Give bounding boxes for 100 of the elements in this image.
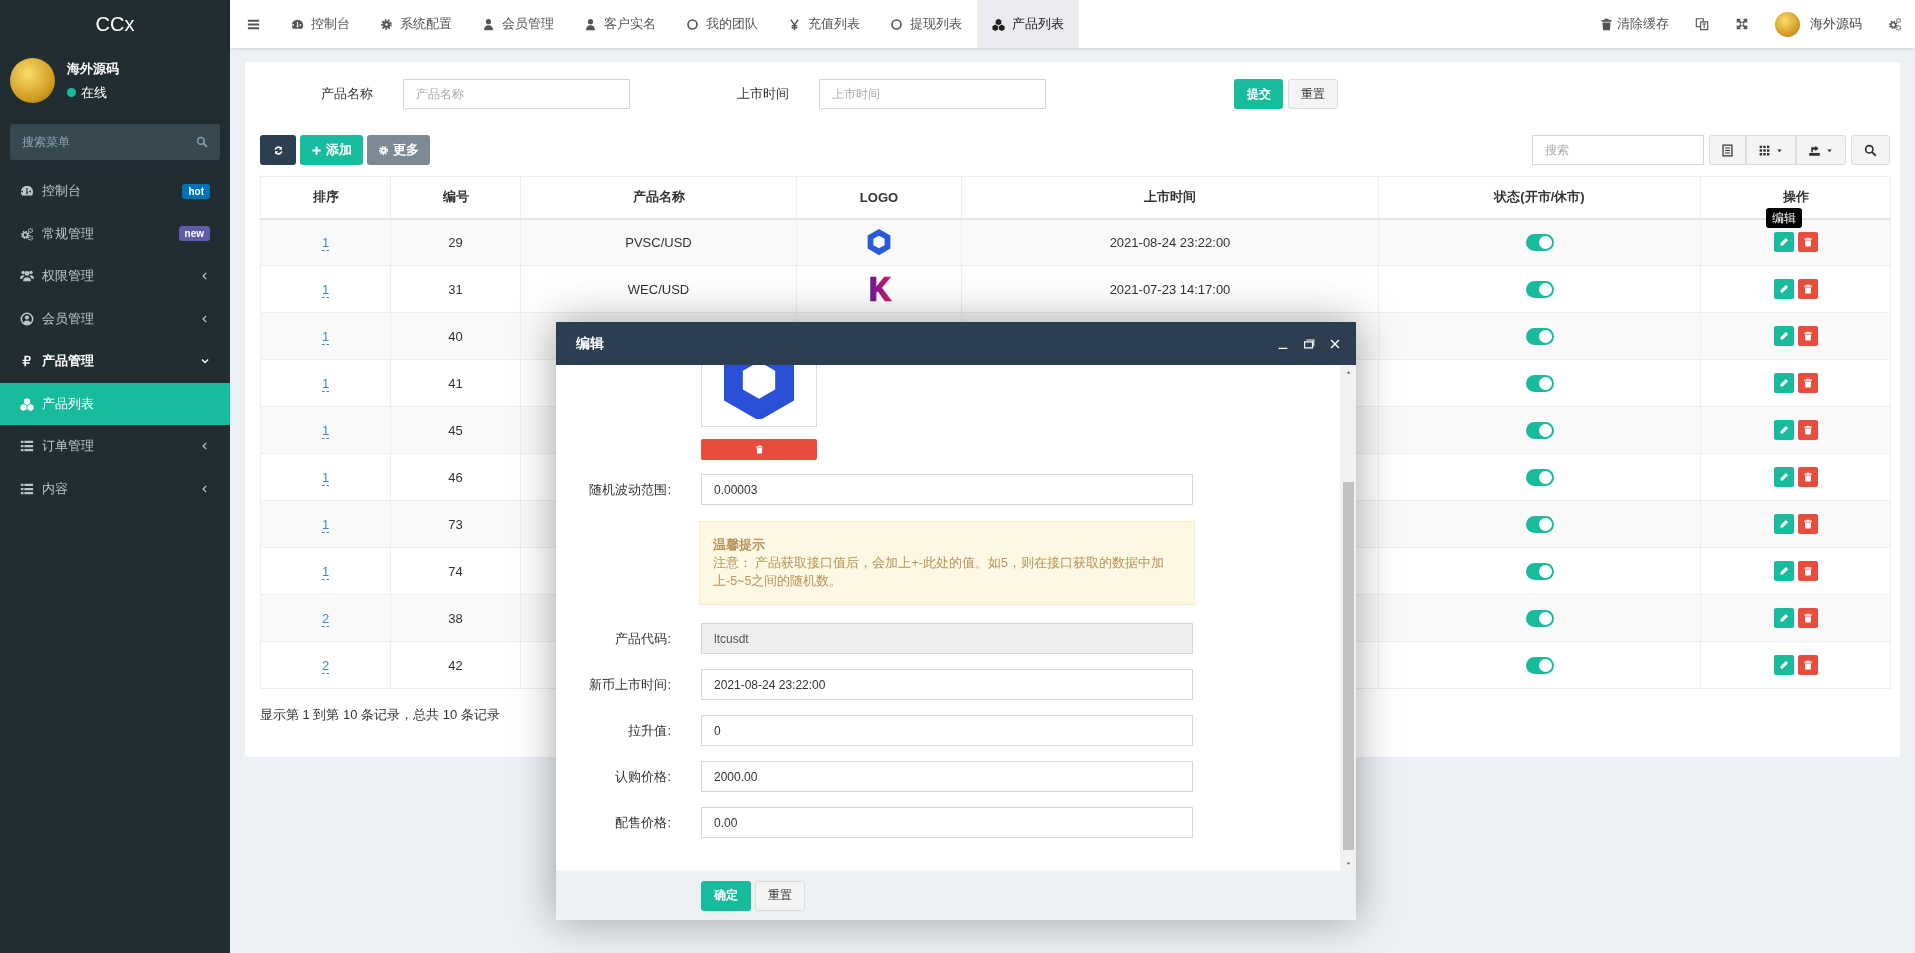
user-circle-icon [20, 311, 34, 326]
settings-icon[interactable] [1888, 17, 1902, 31]
user-icon [482, 17, 495, 31]
menu-item[interactable]: 产品管理 [0, 340, 230, 383]
nav-tab[interactable]: 控制台 [276, 0, 365, 48]
menu-item[interactable]: 会员管理 [0, 297, 230, 340]
users-icon [20, 269, 34, 284]
table-icon [1721, 143, 1734, 157]
edit-button[interactable] [1773, 655, 1794, 675]
delete-button[interactable] [1797, 561, 1818, 581]
menu-item[interactable]: 权限管理 [0, 255, 230, 298]
edit-button[interactable] [1773, 232, 1794, 253]
trash-icon [1802, 331, 1813, 341]
filter-input[interactable]: 产品名称 [403, 79, 630, 109]
nav-tab[interactable]: 会员管理 [467, 0, 569, 48]
status-toggle[interactable] [1525, 515, 1554, 533]
nav-tab[interactable]: 充值列表 [773, 0, 875, 48]
refresh-button[interactable] [260, 135, 296, 165]
scroll-up-icon [1344, 369, 1352, 376]
delete-button[interactable] [1797, 655, 1818, 675]
column-header: 编号 [390, 176, 521, 219]
reset-button[interactable]: 重置 [755, 880, 805, 911]
text-input[interactable]: 0.00003 [701, 474, 1193, 505]
clear-cache-link[interactable]: 清除缓存 [1600, 0, 1669, 48]
reset-button[interactable]: 重置 [1288, 79, 1338, 109]
edit-button[interactable] [1773, 326, 1794, 346]
status-toggle[interactable] [1525, 656, 1554, 674]
delete-button[interactable] [1797, 608, 1818, 628]
status-toggle[interactable] [1525, 327, 1554, 345]
columns-dropdown-button[interactable] [1746, 135, 1796, 165]
edit-button[interactable] [1773, 561, 1794, 581]
nav-tab[interactable]: 产品列表 [977, 0, 1079, 48]
search-icon [196, 136, 208, 148]
sort-link[interactable]: 1 [321, 375, 330, 392]
field-label: 拉升值: [627, 721, 671, 740]
sort-link[interactable]: 2 [321, 657, 330, 674]
pencil-icon [1778, 331, 1789, 341]
edit-button[interactable] [1773, 467, 1794, 487]
text-input[interactable]: 0 [701, 715, 1193, 746]
status-toggle[interactable] [1525, 421, 1554, 439]
delete-button[interactable] [1797, 514, 1818, 534]
user-icon [584, 17, 597, 31]
status-toggle[interactable] [1525, 374, 1554, 392]
edit-button[interactable] [1773, 279, 1794, 299]
delete-button[interactable] [1797, 326, 1818, 346]
field-label: 上市时间 [736, 85, 789, 103]
nav-tab[interactable]: 系统配置 [365, 0, 467, 48]
pencil-icon [1778, 378, 1789, 388]
trash-icon [1802, 472, 1813, 482]
edit-button[interactable] [1773, 420, 1794, 440]
field-label: 新币上市时间: [588, 675, 671, 694]
menu-search-field[interactable]: 搜索菜单 [10, 124, 220, 160]
edit-button[interactable] [1773, 608, 1794, 628]
delete-button[interactable] [1797, 467, 1818, 487]
sort-link[interactable]: 1 [321, 281, 330, 298]
pencil-icon [1778, 566, 1789, 576]
text-input[interactable]: 0.00 [701, 807, 1193, 838]
delete-button[interactable] [1797, 420, 1818, 440]
plus-icon [311, 144, 322, 156]
maximize-icon[interactable] [1302, 336, 1316, 351]
translate-icon[interactable] [1695, 17, 1709, 31]
sort-link[interactable]: 1 [321, 563, 330, 580]
menu-item[interactable]: 控制台 hot [0, 170, 230, 213]
search-button[interactable] [1851, 135, 1890, 165]
nav-tab[interactable]: 客户实名 [569, 0, 671, 48]
status-toggle[interactable] [1525, 468, 1554, 486]
status-toggle[interactable] [1525, 609, 1554, 627]
notice-title: 温馨提示 [713, 536, 766, 554]
search-field[interactable]: 搜索 [1532, 135, 1704, 165]
sort-link[interactable]: 1 [321, 469, 330, 486]
more-button[interactable]: 更多 [367, 135, 430, 165]
columns-view-button[interactable] [1709, 135, 1746, 165]
user-menu[interactable]: 海外源码 [1775, 0, 1862, 48]
status-toggle[interactable] [1525, 562, 1554, 580]
edit-button[interactable] [1773, 514, 1794, 534]
refresh-icon [272, 144, 284, 156]
delete-button[interactable] [1797, 373, 1818, 393]
status-toggle[interactable] [1525, 233, 1554, 251]
nav-tab[interactable]: 我的团队 [671, 0, 773, 48]
text-input[interactable]: 2000.00 [701, 761, 1193, 792]
table-cell: PVSC/USD [520, 218, 797, 266]
text-input[interactable]: 2021-08-24 23:22:00 [701, 669, 1193, 700]
menu-item[interactable]: 常规管理 new [0, 212, 230, 255]
nav-tab[interactable]: 提现列表 [875, 0, 977, 48]
edit-button[interactable] [1773, 373, 1794, 393]
delete-button[interactable] [1797, 279, 1818, 299]
export-dropdown-button[interactable] [1796, 135, 1846, 165]
fullscreen-icon[interactable] [1735, 17, 1749, 31]
pagination-info: 显示第 1 到第 10 条记录，总共 10 条记录 [260, 706, 501, 724]
filter-input[interactable]: 上市时间 [819, 79, 1046, 109]
sort-link[interactable]: 2 [321, 610, 330, 627]
delete-button[interactable] [1797, 232, 1818, 253]
menu-badge: new [178, 226, 210, 242]
menu-item[interactable]: 内容 [0, 467, 230, 510]
pencil-icon [1778, 472, 1789, 482]
menu-item[interactable]: 订单管理 [0, 425, 230, 468]
status-toggle[interactable] [1525, 280, 1554, 298]
gears-icon [20, 226, 34, 241]
pencil-icon [1778, 237, 1789, 248]
table-cell: WEC/USD [520, 265, 797, 313]
